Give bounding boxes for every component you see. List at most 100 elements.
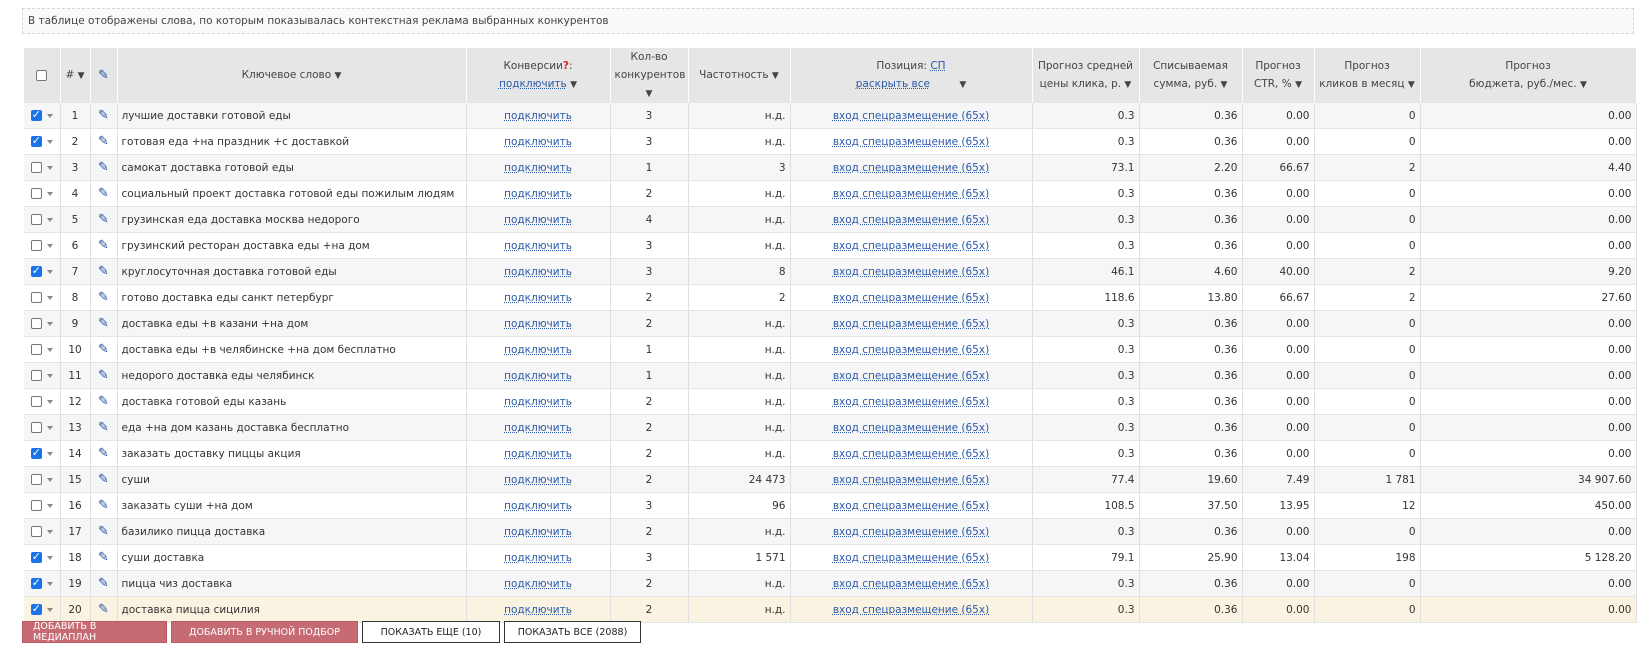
- pencil-icon[interactable]: ✎: [98, 550, 109, 565]
- row-checkbox[interactable]: [30, 474, 42, 485]
- row-checkbox[interactable]: [30, 422, 42, 433]
- row-menu-caret-icon[interactable]: [46, 165, 53, 170]
- pencil-icon[interactable]: ✎: [98, 264, 109, 279]
- select-all-checkbox[interactable]: [36, 70, 48, 81]
- position-link[interactable]: вход спецразмещение (65x): [833, 110, 989, 122]
- header-num[interactable]: # ▼: [60, 48, 91, 103]
- connect-link[interactable]: подключить: [504, 136, 572, 148]
- connect-link[interactable]: подключить: [504, 110, 572, 122]
- connect-link[interactable]: подключить: [504, 240, 572, 252]
- row-checkbox[interactable]: [30, 550, 42, 563]
- connect-link[interactable]: подключить: [504, 344, 572, 356]
- row-checkbox[interactable]: [30, 240, 42, 251]
- pencil-icon[interactable]: ✎: [98, 238, 109, 253]
- row-menu-caret-icon[interactable]: [46, 581, 53, 586]
- row-checkbox[interactable]: [30, 264, 42, 277]
- connect-link[interactable]: подключить: [504, 448, 572, 460]
- header-clicks[interactable]: Прогноз кликов в месяц ▼: [1314, 48, 1421, 103]
- connect-link[interactable]: подключить: [504, 422, 572, 434]
- row-menu-caret-icon[interactable]: [46, 477, 53, 482]
- connect-link[interactable]: подключить: [504, 526, 572, 538]
- position-link[interactable]: вход спецразмещение (65x): [833, 578, 989, 590]
- position-link[interactable]: вход спецразмещение (65x): [833, 448, 989, 460]
- pencil-icon[interactable]: ✎: [98, 524, 109, 539]
- position-link[interactable]: вход спецразмещение (65x): [833, 370, 989, 382]
- sort-arrow-icon[interactable]: ▼: [570, 80, 577, 90]
- row-checkbox[interactable]: [30, 576, 42, 589]
- row-checkbox[interactable]: [30, 500, 42, 511]
- row-menu-caret-icon[interactable]: [46, 555, 53, 560]
- row-menu-caret-icon[interactable]: [46, 321, 53, 326]
- header-keyword[interactable]: Ключевое слово ▼: [117, 48, 467, 103]
- pencil-icon[interactable]: ✎: [98, 290, 109, 305]
- pencil-icon[interactable]: ✎: [98, 108, 109, 123]
- row-checkbox[interactable]: [30, 108, 42, 121]
- row-menu-caret-icon[interactable]: [46, 217, 53, 222]
- header-competitors[interactable]: Кол-во конкурентов ▼: [610, 48, 689, 103]
- row-menu-caret-icon[interactable]: [46, 191, 53, 196]
- row-menu-caret-icon[interactable]: [46, 529, 53, 534]
- row-menu-caret-icon[interactable]: [46, 503, 53, 508]
- pencil-icon[interactable]: ✎: [98, 472, 109, 487]
- row-menu-caret-icon[interactable]: [46, 295, 53, 300]
- connect-conversions-link[interactable]: подключить: [499, 78, 567, 90]
- connect-link[interactable]: подключить: [504, 162, 572, 174]
- pencil-icon[interactable]: ✎: [98, 394, 109, 409]
- position-link[interactable]: вход спецразмещение (65x): [833, 162, 989, 174]
- connect-link[interactable]: подключить: [504, 552, 572, 564]
- pencil-icon[interactable]: ✎: [98, 160, 109, 175]
- connect-link[interactable]: подключить: [504, 370, 572, 382]
- pencil-icon[interactable]: ✎: [98, 342, 109, 357]
- position-link[interactable]: вход спецразмещение (65x): [833, 188, 989, 200]
- position-link[interactable]: вход спецразмещение (65x): [833, 422, 989, 434]
- row-checkbox[interactable]: [30, 188, 42, 199]
- row-checkbox[interactable]: [30, 162, 42, 173]
- row-menu-caret-icon[interactable]: [46, 373, 53, 378]
- add-to-mediaplan-button[interactable]: ДОБАВИТЬ В МЕДИАПЛАН: [22, 621, 167, 643]
- pencil-icon[interactable]: ✎: [98, 602, 109, 617]
- position-link[interactable]: вход спецразмещение (65x): [833, 552, 989, 564]
- row-menu-caret-icon[interactable]: [46, 347, 53, 352]
- row-menu-caret-icon[interactable]: [46, 113, 53, 118]
- connect-link[interactable]: подключить: [504, 214, 572, 226]
- row-checkbox[interactable]: [30, 318, 42, 329]
- pencil-icon[interactable]: ✎: [98, 368, 109, 383]
- position-link[interactable]: вход спецразмещение (65x): [833, 474, 989, 486]
- position-link[interactable]: вход спецразмещение (65x): [833, 344, 989, 356]
- row-menu-caret-icon[interactable]: [46, 607, 53, 612]
- connect-link[interactable]: подключить: [504, 500, 572, 512]
- expand-all-link[interactable]: раскрыть все: [856, 78, 930, 90]
- row-menu-caret-icon[interactable]: [46, 399, 53, 404]
- row-menu-caret-icon[interactable]: [46, 425, 53, 430]
- row-menu-caret-icon[interactable]: [46, 243, 53, 248]
- connect-link[interactable]: подключить: [504, 318, 572, 330]
- row-menu-caret-icon[interactable]: [46, 269, 53, 274]
- row-checkbox[interactable]: [30, 370, 42, 381]
- add-to-manual-selection-button[interactable]: ДОБАВИТЬ В РУЧНОЙ ПОДБОР: [171, 621, 358, 643]
- row-checkbox[interactable]: [30, 134, 42, 147]
- connect-link[interactable]: подключить: [504, 396, 572, 408]
- pencil-icon[interactable]: ✎: [98, 446, 109, 461]
- header-ctr[interactable]: Прогноз CTR, % ▼: [1242, 48, 1315, 103]
- pencil-icon[interactable]: ✎: [98, 316, 109, 331]
- connect-link[interactable]: подключить: [504, 474, 572, 486]
- show-all-button[interactable]: ПОКАЗАТЬ ВСЕ (2088): [504, 621, 641, 643]
- row-checkbox[interactable]: [30, 602, 42, 615]
- row-checkbox[interactable]: [30, 214, 42, 225]
- connect-link[interactable]: подключить: [504, 292, 572, 304]
- position-link[interactable]: вход спецразмещение (65x): [833, 292, 989, 304]
- header-charge[interactable]: Списываемая сумма, руб. ▼: [1139, 48, 1243, 103]
- position-link[interactable]: вход спецразмещение (65x): [833, 526, 989, 538]
- row-checkbox[interactable]: [30, 446, 42, 459]
- row-menu-caret-icon[interactable]: [46, 451, 53, 456]
- position-sp-link[interactable]: СП: [930, 60, 945, 72]
- position-link[interactable]: вход спецразмещение (65x): [833, 240, 989, 252]
- position-link[interactable]: вход спецразмещение (65x): [833, 500, 989, 512]
- header-cpc[interactable]: Прогноз средней цены клика, р. ▼: [1032, 48, 1140, 103]
- pencil-icon[interactable]: ✎: [98, 420, 109, 435]
- position-link[interactable]: вход спецразмещение (65x): [833, 214, 989, 226]
- position-link[interactable]: вход спецразмещение (65x): [833, 318, 989, 330]
- row-checkbox[interactable]: [30, 292, 42, 303]
- pencil-icon[interactable]: ✎: [98, 498, 109, 513]
- position-link[interactable]: вход спецразмещение (65x): [833, 604, 989, 616]
